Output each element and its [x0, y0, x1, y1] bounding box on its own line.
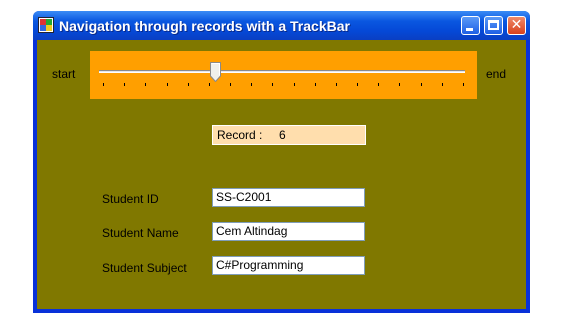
- student-name-label: Student Name: [102, 226, 179, 240]
- trackbar-tick: [421, 83, 422, 86]
- trackbar-start-label: start: [52, 67, 76, 81]
- maximize-icon: [488, 20, 499, 30]
- maximize-button[interactable]: [484, 16, 503, 35]
- close-button[interactable]: ✕: [507, 16, 526, 35]
- trackbar-tick: [188, 83, 189, 86]
- trackbar-tick: [103, 83, 104, 86]
- trackbar-tick: [399, 83, 400, 86]
- trackbar-tick: [357, 83, 358, 86]
- form-client-area: start end Record : 6 Student ID SS-C2001…: [37, 40, 526, 309]
- trackbar-thumb[interactable]: [210, 62, 221, 82]
- minimize-icon: [466, 28, 473, 31]
- window-title: Navigation through records with a TrackB…: [59, 18, 350, 34]
- app-window: Navigation through records with a TrackB…: [33, 11, 530, 313]
- trackbar-tick: [315, 83, 316, 86]
- trackbar-tick: [336, 83, 337, 86]
- trackbar-tick: [442, 83, 443, 86]
- record-display: Record : 6: [212, 125, 366, 145]
- trackbar-tick: [272, 83, 273, 86]
- record-value: 6: [279, 128, 286, 142]
- trackbar-tick: [124, 83, 125, 86]
- minimize-button[interactable]: [461, 16, 480, 35]
- student-name-field[interactable]: Cem Altindag: [212, 222, 365, 241]
- trackbar-tick: [230, 83, 231, 86]
- trackbar-tick: [145, 83, 146, 86]
- student-id-field[interactable]: SS-C2001: [212, 188, 365, 207]
- record-label: Record :: [217, 128, 263, 142]
- close-icon: ✕: [510, 17, 523, 33]
- trackbar-panel: [90, 51, 477, 99]
- trackbar-tick: [463, 83, 464, 86]
- trackbar-end-label: end: [486, 67, 507, 81]
- trackbar-tick: [251, 83, 252, 86]
- student-id-label: Student ID: [102, 192, 159, 206]
- title-bar[interactable]: Navigation through records with a TrackB…: [33, 11, 530, 40]
- trackbar-channel[interactable]: [99, 70, 465, 73]
- student-subject-label: Student Subject: [102, 261, 187, 275]
- trackbar-tick: [294, 83, 295, 86]
- trackbar-tick: [378, 83, 379, 86]
- app-form-icon[interactable]: [38, 17, 54, 33]
- trackbar-tick: [209, 83, 210, 86]
- student-subject-field[interactable]: C#Programming: [212, 256, 365, 275]
- trackbar-tick: [167, 83, 168, 86]
